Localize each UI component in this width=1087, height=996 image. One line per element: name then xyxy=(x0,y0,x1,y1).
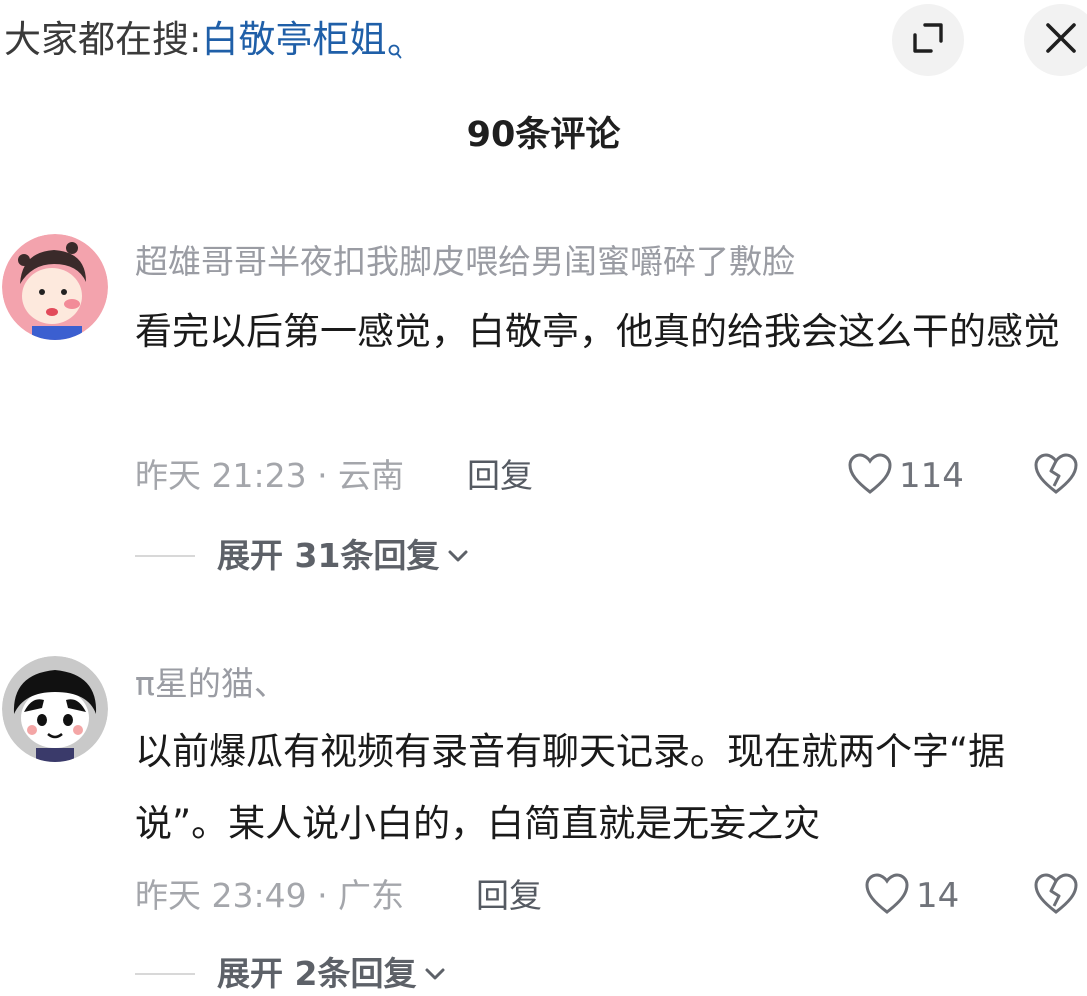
divider-line xyxy=(135,973,195,975)
chevron-down-icon xyxy=(445,543,471,569)
dislike-button[interactable] xyxy=(1030,452,1082,500)
reply-button[interactable]: 回复 xyxy=(476,874,542,918)
dislike-button[interactable] xyxy=(1030,872,1082,920)
expand-button[interactable] xyxy=(892,4,964,76)
comments-count-title: 90条评论 xyxy=(466,115,621,155)
top-bar: 大家都在搜:白敬亭柜姐 xyxy=(0,0,1087,80)
heart-icon xyxy=(864,872,910,920)
comment-meta: 昨天 23:49 · 广东 xyxy=(135,876,405,915)
expand-replies-label: 展开 2条回复 xyxy=(217,954,417,993)
comment-text: 以前爆瓜有视频有录音有聊天记录。现在就两个字“据说”。某人说小白的，白简直就是无… xyxy=(135,730,1006,845)
expand-replies-button[interactable]: 展开 2条回复 xyxy=(135,952,448,996)
like-button[interactable]: 14 xyxy=(864,872,959,920)
expand-replies-button[interactable]: 展开 31条回复 xyxy=(135,534,471,578)
comment-username[interactable]: 超雄哥哥半夜扣我脚皮喂给男闺蜜嚼碎了敷脸 xyxy=(135,240,795,284)
broken-heart-icon xyxy=(1033,872,1079,920)
close-button[interactable] xyxy=(1024,4,1087,76)
expand-icon xyxy=(911,21,945,59)
like-count: 114 xyxy=(899,456,964,496)
comment-text: 看完以后第一感觉，白敬亭，他真的给我会这么干的感觉 xyxy=(135,310,1060,353)
heart-icon xyxy=(847,452,893,500)
avatar[interactable] xyxy=(2,234,108,340)
search-suggestion-term[interactable]: 白敬亭柜姐 xyxy=(201,18,386,61)
divider-line xyxy=(135,555,195,557)
expand-replies-label: 展开 31条回复 xyxy=(217,536,440,575)
reply-button[interactable]: 回复 xyxy=(467,454,533,498)
broken-heart-icon xyxy=(1033,452,1079,500)
like-button[interactable]: 114 xyxy=(847,452,964,500)
comment-username[interactable]: π星的猫、 xyxy=(135,662,287,706)
search-icon xyxy=(388,24,402,59)
like-count: 14 xyxy=(916,876,960,916)
chevron-down-icon xyxy=(422,961,448,987)
search-suggestion-prefix: 大家都在搜: xyxy=(4,18,202,61)
comment-meta: 昨天 21:23 · 云南 xyxy=(135,456,405,495)
avatar[interactable] xyxy=(2,656,108,762)
close-icon xyxy=(1044,21,1078,59)
search-suggestion[interactable]: 大家都在搜:白敬亭柜姐 xyxy=(4,16,402,64)
